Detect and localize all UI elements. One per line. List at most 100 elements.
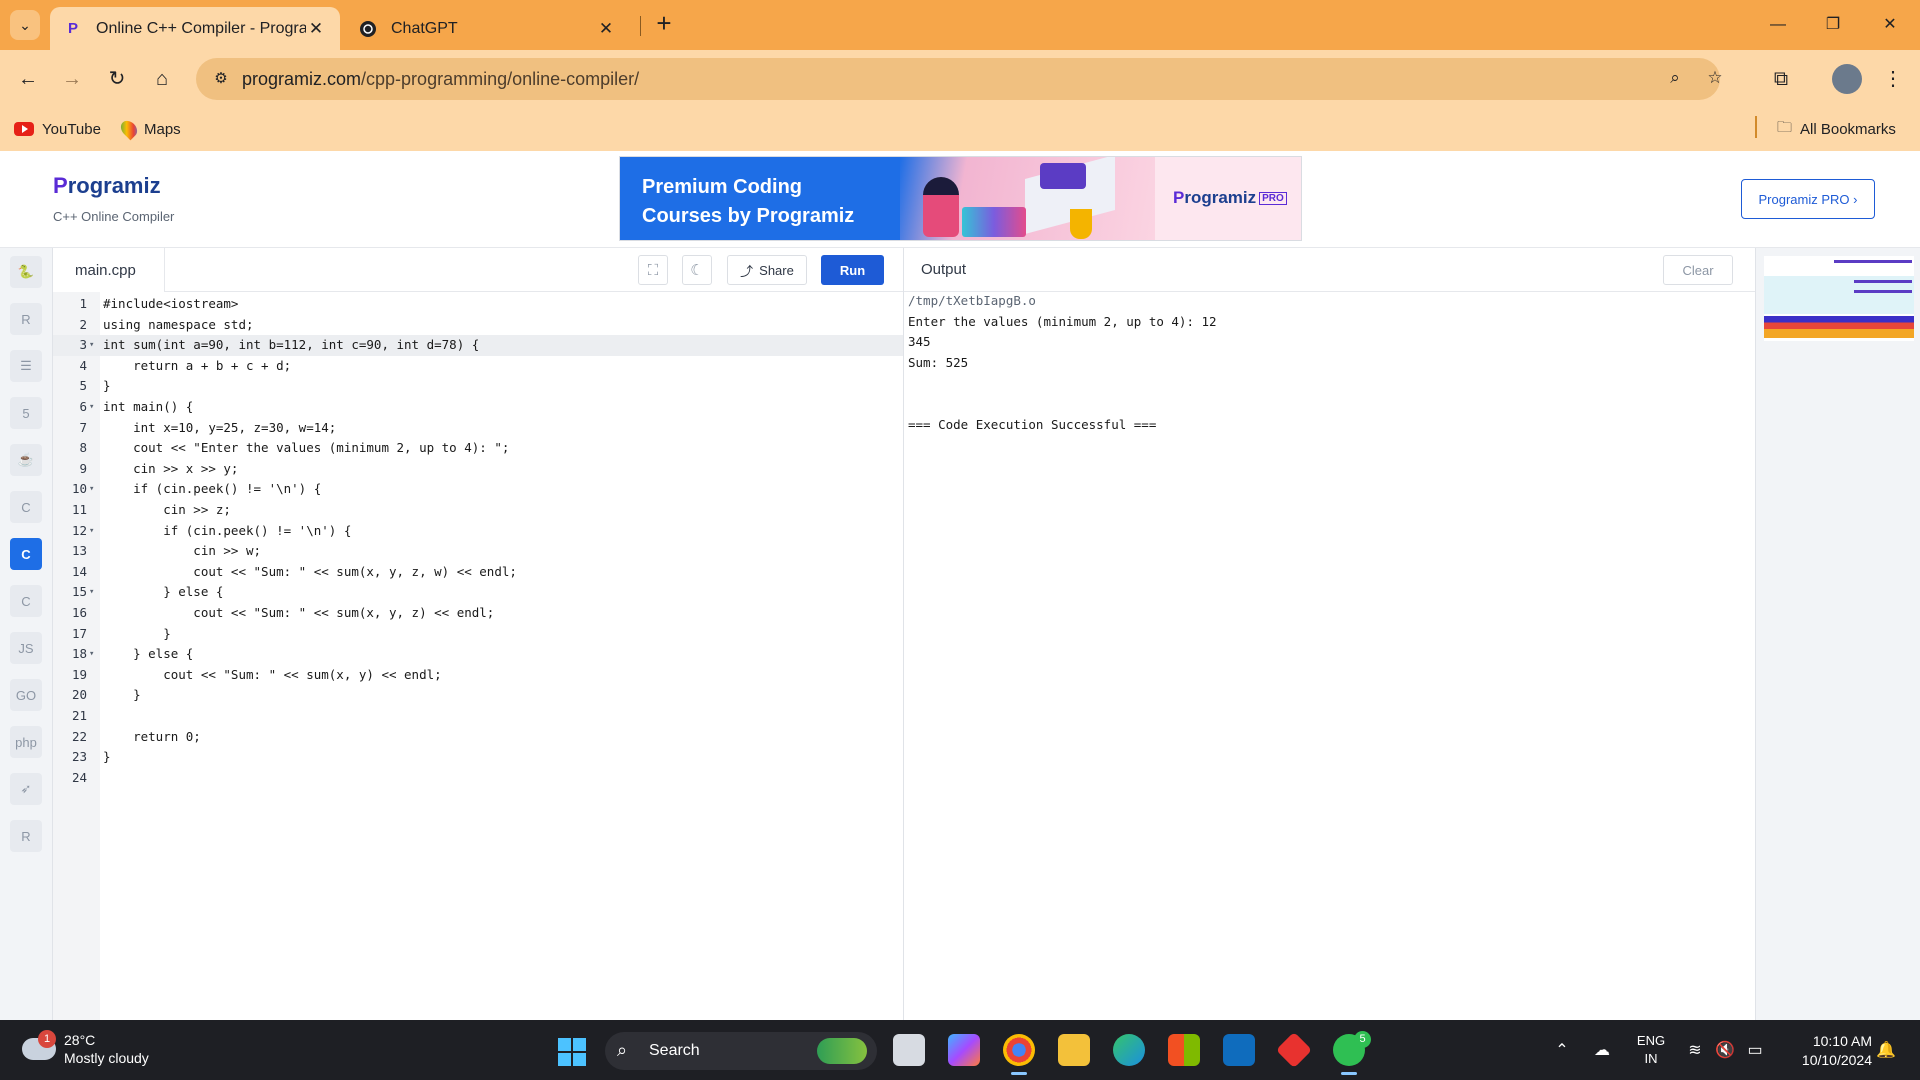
- code-line[interactable]: 16 cout << "Sum: " << sum(x, y, z) << en…: [53, 603, 903, 624]
- code-line[interactable]: 6 ▾ int main() {: [53, 397, 903, 418]
- code-line[interactable]: 1 #include<iostream>: [53, 294, 903, 315]
- file-tab-main-cpp[interactable]: main.cpp: [53, 248, 165, 292]
- code-line[interactable]: 19 cout << "Sum: " << sum(x, y) << endl;: [53, 665, 903, 686]
- zoom-icon[interactable]: ⌕: [1663, 68, 1687, 90]
- code-line[interactable]: 17 }: [53, 624, 903, 645]
- tab-search-button[interactable]: ⌄: [10, 10, 40, 40]
- file-explorer-icon[interactable]: [1058, 1034, 1090, 1066]
- close-window-button[interactable]: ✕: [1870, 10, 1910, 40]
- volume-muted-icon[interactable]: 🔇: [1713, 1040, 1737, 1060]
- cpp-icon[interactable]: C: [10, 538, 42, 570]
- bookmark-star-icon[interactable]: ☆: [1703, 68, 1727, 90]
- js-icon[interactable]: JS: [10, 632, 42, 664]
- language-indicator[interactable]: ENG IN: [1633, 1032, 1669, 1068]
- site-info-icon[interactable]: ⚙: [210, 68, 232, 90]
- rust-icon[interactable]: R: [10, 820, 42, 852]
- restore-button[interactable]: ❐: [1813, 10, 1853, 40]
- code-line[interactable]: 7 int x=10, y=25, z=30, w=14;: [53, 418, 903, 439]
- clock[interactable]: 10:10 AM 10/10/2024: [1782, 1032, 1872, 1070]
- swift-icon[interactable]: ➶: [10, 773, 42, 805]
- pane-divider[interactable]: [903, 248, 904, 1020]
- code-line[interactable]: 18 ▾ } else {: [53, 644, 903, 665]
- java-icon[interactable]: ☕: [10, 444, 42, 476]
- dark-mode-icon[interactable]: ☾: [682, 255, 712, 285]
- code-line[interactable]: 22 return 0;: [53, 727, 903, 748]
- code-text: }: [103, 625, 171, 641]
- sql-icon[interactable]: ☰: [10, 350, 42, 382]
- code-line[interactable]: 15 ▾ } else {: [53, 582, 903, 603]
- notification-bell-icon[interactable]: 🔔: [1876, 1040, 1896, 1060]
- browser-tab-programiz[interactable]: P Online C++ Compiler - Program ✕: [50, 7, 340, 50]
- code-line[interactable]: 23}: [53, 747, 903, 768]
- line-number: 24: [71, 769, 87, 785]
- onedrive-icon[interactable]: ☁: [1590, 1040, 1614, 1060]
- python-icon[interactable]: 🐍: [10, 256, 42, 288]
- red-app-icon[interactable]: [1275, 1031, 1313, 1069]
- bookmark-youtube[interactable]: YouTube: [14, 117, 101, 141]
- fullscreen-icon[interactable]: ⛶: [638, 255, 668, 285]
- fold-arrow-icon[interactable]: ▾: [89, 335, 97, 356]
- code-line[interactable]: 9 cin >> x >> y;: [53, 459, 903, 480]
- home-icon[interactable]: ⌂: [147, 64, 177, 94]
- programiz-logo[interactable]: Programiz: [53, 173, 161, 199]
- all-bookmarks[interactable]: 🗀 All Bookmarks: [1777, 117, 1896, 141]
- reload-icon[interactable]: ↻: [102, 64, 132, 94]
- fold-arrow-icon[interactable]: ▾: [89, 582, 97, 603]
- promo-banner[interactable]: Premium Coding Courses by Programiz Prog…: [619, 156, 1302, 241]
- csharp-icon[interactable]: C: [10, 585, 42, 617]
- bookmark-maps[interactable]: Maps: [117, 117, 181, 141]
- wifi-icon[interactable]: ≋: [1683, 1040, 1707, 1060]
- html-icon[interactable]: 5: [10, 397, 42, 429]
- fold-arrow-icon[interactable]: ▾: [89, 644, 97, 665]
- browser-tab-chatgpt[interactable]: ChatGPT ✕: [345, 7, 630, 50]
- code-line[interactable]: 2 using namespace std;: [53, 315, 903, 336]
- share-button[interactable]: ⤴ Share: [727, 255, 807, 285]
- new-tab-button[interactable]: +: [650, 10, 678, 38]
- copilot-icon[interactable]: [948, 1034, 980, 1066]
- clear-button[interactable]: Clear: [1663, 255, 1733, 285]
- chrome-icon[interactable]: [1003, 1034, 1035, 1075]
- code-line[interactable]: 8 cout << "Enter the values (minimum 2, …: [53, 438, 903, 459]
- code-line[interactable]: 24: [53, 768, 903, 789]
- code-line[interactable]: 14 cout << "Sum: " << sum(x, y, z, w) <<…: [53, 562, 903, 583]
- minimize-button[interactable]: —: [1758, 10, 1798, 40]
- code-line[interactable]: 5}: [53, 376, 903, 397]
- r-icon[interactable]: R: [10, 303, 42, 335]
- extensions-icon[interactable]: ⧉: [1766, 64, 1796, 94]
- menu-kebab-icon[interactable]: ⋮: [1878, 64, 1908, 94]
- forward-icon[interactable]: →: [57, 64, 87, 94]
- run-button[interactable]: Run: [821, 255, 884, 285]
- address-bar[interactable]: ⚙ programiz.com/cpp-programming/online-c…: [196, 58, 1723, 100]
- profile-avatar[interactable]: [1832, 64, 1862, 94]
- go-icon[interactable]: GO: [10, 679, 42, 711]
- fold-arrow-icon[interactable]: ▾: [89, 397, 97, 418]
- programiz-pro-button[interactable]: Programiz PRO ›: [1741, 179, 1875, 219]
- code-line[interactable]: 4 return a + b + c + d;: [53, 356, 903, 377]
- close-tab-icon[interactable]: ✕: [596, 19, 616, 39]
- weather-widget[interactable]: 1 28°C Mostly cloudy: [22, 1030, 182, 1068]
- fold-arrow-icon[interactable]: ▾: [89, 479, 97, 500]
- code-text: int x=10, y=25, z=30, w=14;: [103, 419, 337, 435]
- code-line[interactable]: 10 ▾ if (cin.peek() != '\n') {: [53, 479, 903, 500]
- taskbar-search[interactable]: ⌕ Search: [605, 1032, 877, 1070]
- edge-icon[interactable]: [1113, 1034, 1145, 1066]
- code-editor[interactable]: 1 #include<iostream> 2 using namespace std;…: [53, 292, 903, 1020]
- outlook-icon[interactable]: [1223, 1034, 1255, 1066]
- code-line[interactable]: 11 cin >> z;: [53, 500, 903, 521]
- php-icon[interactable]: php: [10, 726, 42, 758]
- code-line[interactable]: 12 ▾ if (cin.peek() != '\n') {: [53, 521, 903, 542]
- fold-arrow-icon[interactable]: ▾: [89, 521, 97, 542]
- code-line[interactable]: 3 ▾ int sum(int a=90, int b=112, int c=90,…: [53, 335, 903, 356]
- battery-icon[interactable]: ▭: [1743, 1040, 1767, 1060]
- back-icon[interactable]: ←: [13, 64, 43, 94]
- chevron-up-icon[interactable]: ⌃: [1550, 1040, 1574, 1060]
- close-tab-icon[interactable]: ✕: [306, 19, 326, 39]
- line-number: 16: [71, 605, 87, 620]
- code-line[interactable]: 20 }: [53, 685, 903, 706]
- task-view-icon[interactable]: [893, 1034, 925, 1066]
- code-line[interactable]: 21: [53, 706, 903, 727]
- windows-start-icon[interactable]: [558, 1038, 586, 1066]
- microsoft-store-icon[interactable]: [1168, 1034, 1200, 1066]
- c-icon[interactable]: C: [10, 491, 42, 523]
- code-line[interactable]: 13 cin >> w;: [53, 541, 903, 562]
